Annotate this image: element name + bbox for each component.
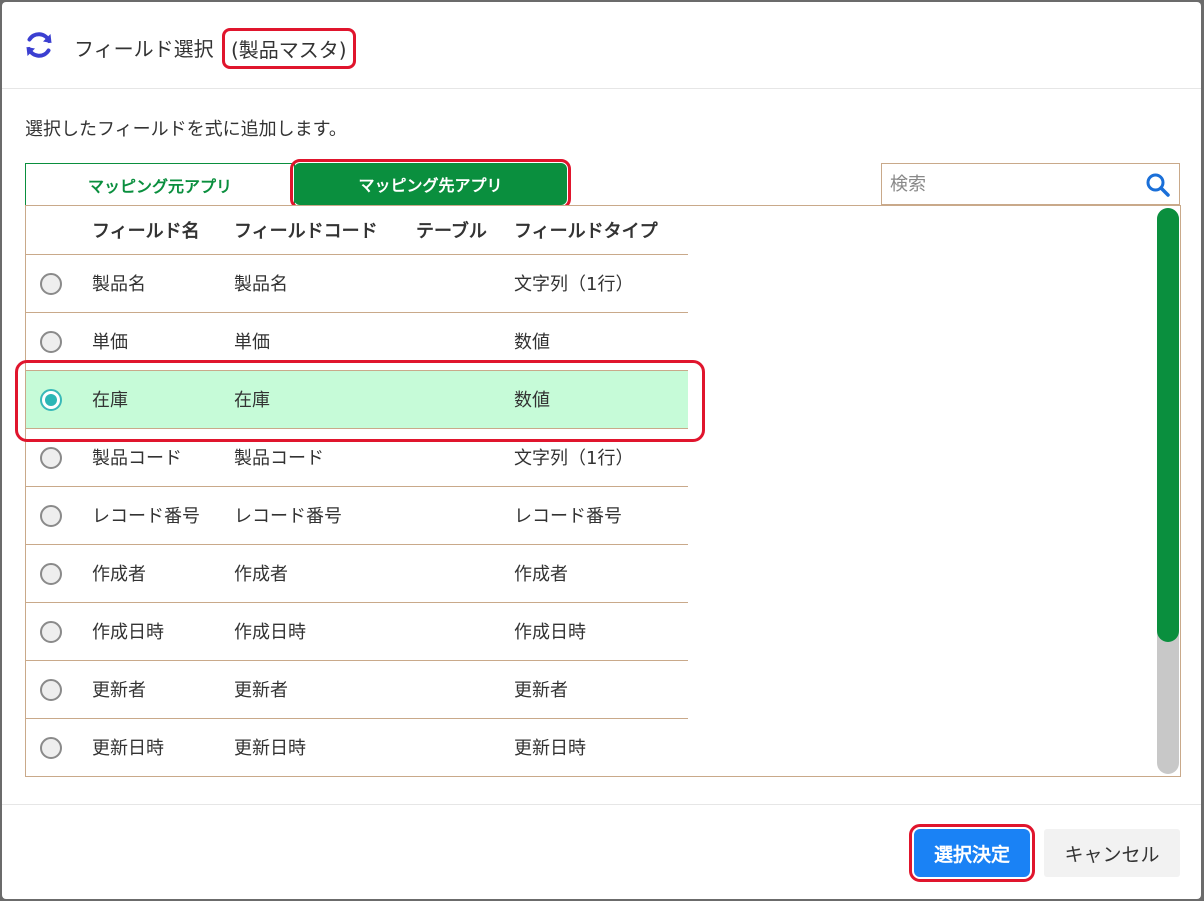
cell-table [412, 428, 510, 487]
cell-field-code: 作成者 [230, 544, 412, 603]
table-row-selected[interactable]: 在庫 在庫 数値 [26, 370, 688, 429]
cell-field-type: 作成者 [510, 544, 688, 603]
search-input[interactable] [882, 164, 1132, 204]
field-radio[interactable] [40, 736, 62, 759]
radio-cell [26, 486, 88, 545]
table-row[interactable]: 更新日時 更新日時 更新日時 [26, 718, 688, 777]
cell-field-name: 更新日時 [88, 718, 230, 777]
cell-field-name: 在庫 [88, 370, 230, 429]
cell-table [412, 370, 510, 429]
field-radio[interactable] [40, 620, 62, 643]
cell-table [412, 486, 510, 545]
cell-field-code: 更新日時 [230, 718, 412, 777]
cell-field-type: 数値 [510, 312, 688, 371]
tab-mapping-destination[interactable]: マッピング先アプリ [290, 159, 571, 209]
table-row[interactable]: 更新者 更新者 更新者 [26, 660, 688, 719]
cell-field-name: 作成日時 [88, 602, 230, 661]
cell-table [412, 660, 510, 719]
radio-cell [26, 602, 88, 661]
field-radio[interactable] [40, 504, 62, 527]
cell-field-code: レコード番号 [230, 486, 412, 545]
cell-field-code: 更新者 [230, 660, 412, 719]
cell-field-name: レコード番号 [88, 486, 230, 545]
cell-field-name: 製品名 [88, 254, 230, 313]
cell-field-name: 作成者 [88, 544, 230, 603]
table-row[interactable]: 作成者 作成者 作成者 [26, 544, 688, 603]
cell-table [412, 718, 510, 777]
tab-mapping-source[interactable]: マッピング元アプリ [25, 163, 295, 205]
refresh-icon [26, 32, 52, 58]
radio-cell [26, 544, 88, 603]
field-radio-checked[interactable] [40, 388, 62, 411]
cell-field-code: 製品コード [230, 428, 412, 487]
scrollbar-track[interactable] [1157, 208, 1179, 774]
radio-cell [26, 428, 88, 487]
table-row[interactable]: レコード番号 レコード番号 レコード番号 [26, 486, 688, 545]
table-header-row: フィールド名 フィールドコード テーブル フィールドタイプ [26, 206, 688, 255]
table-row[interactable]: 製品コード 製品コード 文字列（1行） [26, 428, 688, 487]
dialog-title: フィールド選択 [74, 37, 214, 61]
cell-field-code: 製品名 [230, 254, 412, 313]
table-row[interactable]: 作成日時 作成日時 作成日時 [26, 602, 688, 661]
search-icon[interactable] [1145, 172, 1171, 198]
dialog-header: フィールド選択 (製品マスタ) [2, 2, 1201, 89]
cell-field-code: 在庫 [230, 370, 412, 429]
dialog-footer: 選択決定 キャンセル [2, 804, 1201, 899]
cell-field-type: 文字列（1行） [510, 428, 688, 487]
cell-field-type: 数値 [510, 370, 688, 429]
table-row[interactable]: 単価 単価 数値 [26, 312, 688, 371]
field-table: フィールド名 フィールドコード テーブル フィールドタイプ 製品名 製品名 文字… [26, 206, 688, 777]
dialog-description: 選択したフィールドを式に追加します。 [25, 119, 347, 140]
field-radio[interactable] [40, 446, 62, 469]
cell-field-type: 更新者 [510, 660, 688, 719]
cell-field-type: 文字列（1行） [510, 254, 688, 313]
search-box [881, 163, 1180, 205]
cell-field-name: 製品コード [88, 428, 230, 487]
header-field-type: フィールドタイプ [510, 206, 688, 255]
confirm-selection-button[interactable]: 選択決定 [909, 824, 1035, 882]
field-radio[interactable] [40, 562, 62, 585]
radio-cell [26, 718, 88, 777]
radio-cell [26, 370, 88, 429]
header-table: テーブル [412, 206, 510, 255]
cell-field-name: 単価 [88, 312, 230, 371]
radio-cell [26, 312, 88, 371]
header-radio-column [26, 206, 88, 255]
cell-table [412, 254, 510, 313]
cell-table [412, 602, 510, 661]
field-list-panel: フィールド名 フィールドコード テーブル フィールドタイプ 製品名 製品名 文字… [15, 205, 1181, 777]
header-field-name: フィールド名 [88, 206, 230, 255]
radio-cell [26, 254, 88, 313]
cancel-button[interactable]: キャンセル [1044, 829, 1180, 877]
cell-field-code: 単価 [230, 312, 412, 371]
cell-table [412, 544, 510, 603]
field-radio[interactable] [40, 330, 62, 353]
scrollbar-thumb[interactable] [1157, 208, 1179, 642]
field-radio[interactable] [40, 678, 62, 701]
field-select-dialog: フィールド選択 (製品マスタ) 選択したフィールドを式に追加します。 マッピング… [2, 2, 1201, 899]
cell-field-code: 作成日時 [230, 602, 412, 661]
cell-field-type: 更新日時 [510, 718, 688, 777]
table-row[interactable]: 製品名 製品名 文字列（1行） [26, 254, 688, 313]
cell-field-type: レコード番号 [510, 486, 688, 545]
header-field-code: フィールドコード [230, 206, 412, 255]
field-radio[interactable] [40, 272, 62, 295]
cell-field-name: 更新者 [88, 660, 230, 719]
cell-table [412, 312, 510, 371]
dialog-app-name: (製品マスタ) [222, 28, 356, 69]
cell-field-type: 作成日時 [510, 602, 688, 661]
radio-cell [26, 660, 88, 719]
